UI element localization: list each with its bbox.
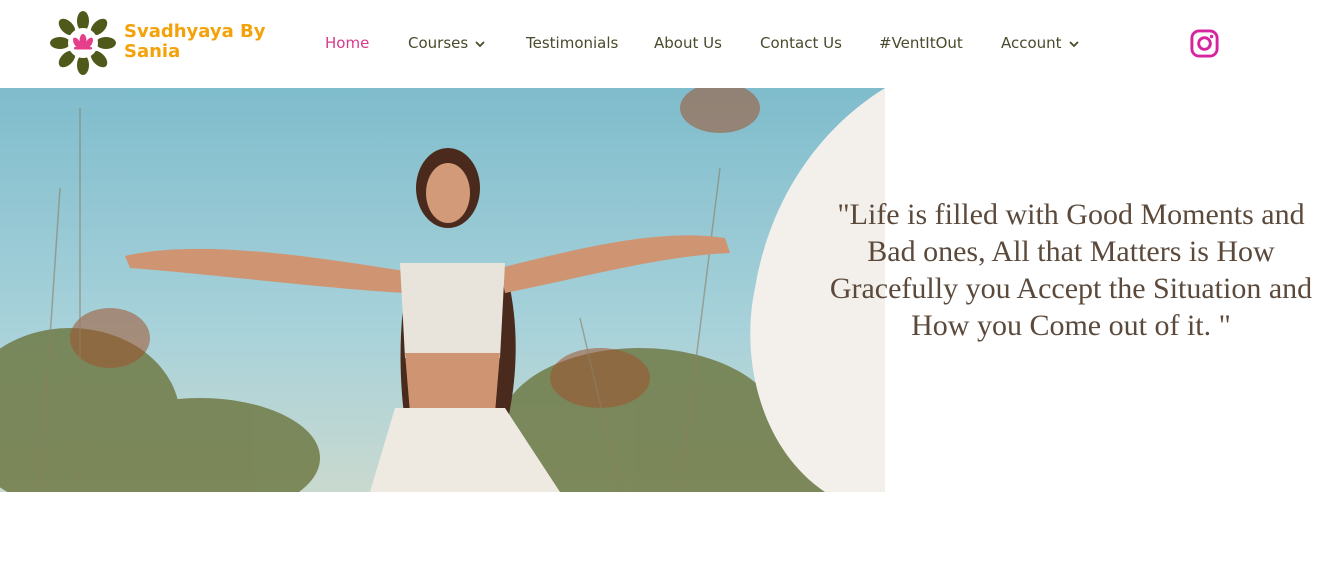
- hero-image: [0, 88, 885, 492]
- chevron-down-icon: [1068, 40, 1079, 47]
- nav-home[interactable]: Home: [325, 33, 369, 53]
- hero-banner: [0, 88, 885, 492]
- nav-contact-us[interactable]: Contact Us: [760, 33, 842, 53]
- nav-courses-label: Courses: [408, 34, 469, 52]
- nav-about-us[interactable]: About Us: [654, 33, 722, 53]
- main-nav: Home Courses Testimonials About Us Conta…: [0, 0, 1344, 88]
- nav-vent-it-out[interactable]: #VentItOut: [879, 33, 963, 53]
- nav-courses[interactable]: Courses: [408, 33, 486, 53]
- instagram-icon[interactable]: [1189, 28, 1220, 59]
- hero-quote: "Life is filled with Good Moments and Ba…: [829, 198, 1313, 342]
- nav-account[interactable]: Account: [1001, 33, 1080, 53]
- nav-account-label: Account: [1001, 34, 1062, 52]
- chevron-down-icon: [475, 40, 485, 47]
- nav-testimonials[interactable]: Testimonials: [526, 33, 618, 53]
- site-header: Svadhyaya By Sania Home Courses Testimon…: [0, 0, 1344, 88]
